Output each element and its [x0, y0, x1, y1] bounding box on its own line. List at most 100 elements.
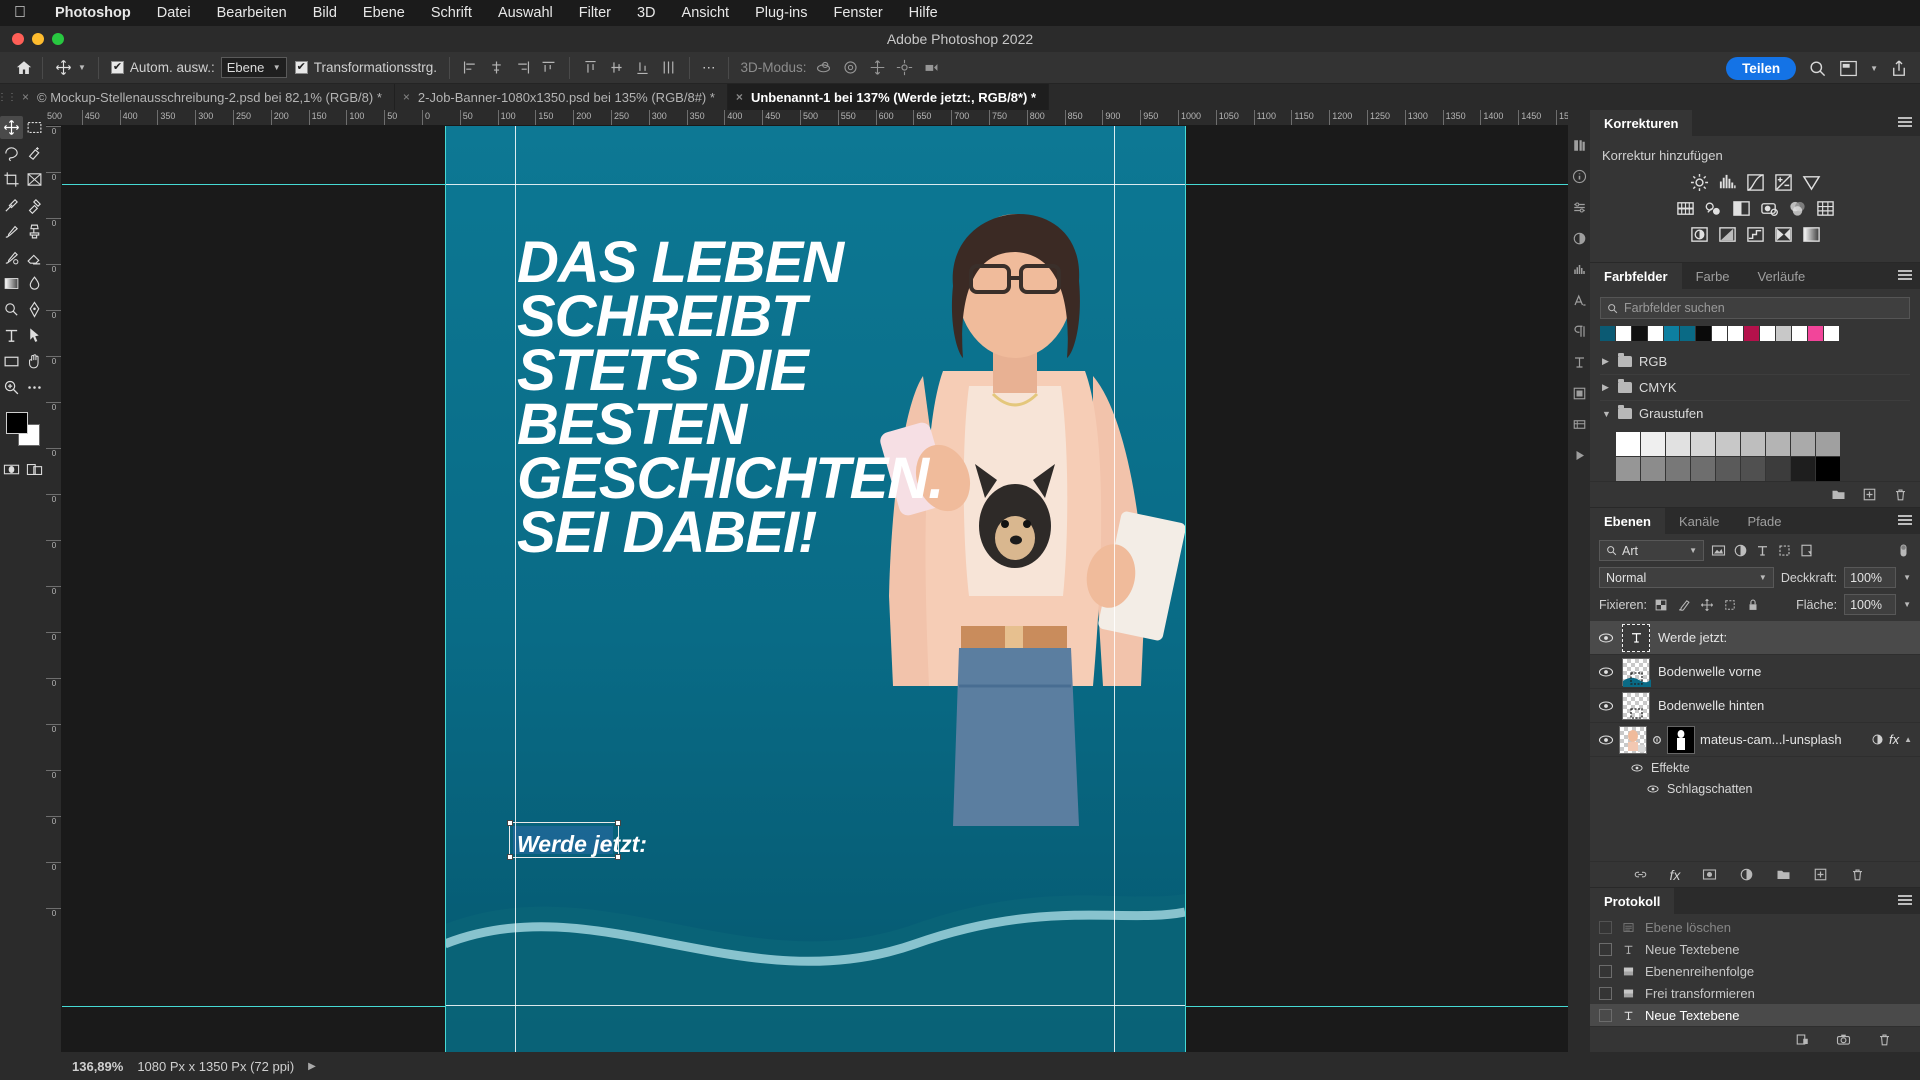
close-icon[interactable]: × — [736, 90, 743, 104]
histogram-icon[interactable] — [1572, 262, 1587, 277]
document-tab-3[interactable]: × Unbenannt-1 bei 137% (Werde jetzt:, RG… — [727, 84, 1050, 110]
panel-menu-icon[interactable] — [1898, 895, 1912, 907]
exposure-icon[interactable] — [1774, 173, 1793, 192]
chevron-down-icon[interactable]: ▼ — [1602, 409, 1611, 419]
close-icon[interactable]: × — [22, 90, 29, 104]
selective-color-icon[interactable] — [1774, 225, 1793, 244]
recent-swatches-row[interactable] — [1600, 326, 1910, 341]
screen-mode-icon[interactable] — [23, 458, 46, 481]
crop-tool[interactable] — [0, 168, 23, 191]
transform-controls-option[interactable]: ✔ Transformationsstrg. — [291, 60, 441, 75]
menu-item-datei[interactable]: Datei — [144, 5, 204, 21]
list-item[interactable]: Ebene löschen — [1590, 916, 1920, 938]
layer-name[interactable]: Werde jetzt: — [1658, 630, 1727, 645]
history-list[interactable]: Ebene löschen Neue Textebene Ebenenreihe… — [1590, 914, 1920, 1026]
filter-smart-object-icon[interactable] — [1799, 543, 1814, 558]
lock-image-pixels-icon[interactable] — [1677, 598, 1691, 612]
move-tool[interactable] — [0, 116, 23, 139]
list-item[interactable]: Neue Textebene — [1590, 1004, 1920, 1026]
color-swatch[interactable] — [1616, 457, 1640, 481]
color-swatch[interactable] — [1824, 326, 1839, 341]
type-tool[interactable] — [0, 324, 23, 347]
swatch-group-graustufen[interactable]: ▼ Graustufen — [1600, 401, 1910, 426]
layer-list[interactable]: Werde jetzt: Bodenwelle vorne Bodenwelle… — [1590, 621, 1920, 861]
history-state-checkbox[interactable] — [1599, 1008, 1612, 1022]
eye-icon[interactable] — [1598, 632, 1614, 644]
chevron-right-icon[interactable]: ▶ — [1602, 382, 1611, 393]
blend-mode-dropdown[interactable]: Normal ▼ — [1599, 567, 1774, 588]
distribute-bottom-icon[interactable] — [634, 59, 651, 76]
color-swatch[interactable] — [1691, 432, 1715, 456]
color-swatch[interactable] — [1766, 457, 1790, 481]
menu-item-fenster[interactable]: Fenster — [820, 5, 895, 21]
history-state-checkbox[interactable] — [1599, 942, 1612, 956]
tab-farbfelder[interactable]: Farbfelder — [1590, 263, 1682, 289]
tab-ebenen[interactable]: Ebenen — [1590, 508, 1665, 534]
more-tools-icon[interactable] — [23, 376, 46, 399]
panel-menu-icon[interactable] — [1898, 515, 1912, 527]
panel-menu-icon[interactable] — [1898, 117, 1912, 129]
quick-mask-icon[interactable] — [0, 458, 23, 481]
color-swatch[interactable] — [1791, 457, 1815, 481]
table-row[interactable]: Bodenwelle vorne — [1590, 655, 1920, 689]
info-icon[interactable] — [1572, 169, 1587, 184]
filter-adjustment-icon[interactable] — [1733, 543, 1748, 558]
history-state-checkbox[interactable] — [1599, 986, 1612, 1000]
align-left-edges-icon[interactable] — [462, 59, 479, 76]
home-icon[interactable] — [14, 59, 34, 77]
layer-mask-thumb-icon[interactable] — [1667, 725, 1695, 754]
delete-swatch-icon[interactable] — [1893, 487, 1908, 502]
lock-artboard-icon[interactable] — [1723, 598, 1737, 612]
color-swatch[interactable] — [1716, 432, 1740, 456]
adjustments-icon[interactable] — [1871, 733, 1884, 746]
styles-icon[interactable] — [1572, 386, 1587, 401]
eraser-tool[interactable] — [23, 246, 46, 269]
new-fill-adjustment-icon[interactable] — [1739, 867, 1754, 882]
slide-3d-icon[interactable] — [896, 59, 913, 76]
glyphs-icon[interactable] — [1572, 355, 1587, 370]
auto-select-scope-dropdown[interactable]: Ebene ▼ — [220, 57, 287, 78]
align-top-edges-icon[interactable] — [540, 59, 557, 76]
apple-logo-icon[interactable]:  — [14, 5, 26, 21]
color-swatch[interactable] — [1616, 326, 1631, 341]
chevron-down-icon[interactable]: ▼ — [1870, 64, 1878, 73]
chevron-down-icon[interactable]: ▼ — [1903, 600, 1911, 609]
actions-play-icon[interactable] — [1572, 448, 1587, 463]
new-layer-icon[interactable] — [1813, 867, 1828, 882]
lock-all-icon[interactable] — [1746, 598, 1760, 612]
fx-icon[interactable]: fx — [1670, 867, 1681, 883]
quick-selection-tool[interactable] — [23, 142, 46, 165]
align-horizontal-centers-icon[interactable] — [488, 59, 505, 76]
color-swatch[interactable] — [1766, 432, 1790, 456]
vertical-ruler[interactable]: 0 0 0 0 0 0 0 0 0 0 0 0 0 0 0 0 0 0 — [46, 126, 62, 1052]
tab-kanaele[interactable]: Kanäle — [1665, 508, 1733, 534]
chevron-down-icon[interactable]: ▼ — [1903, 573, 1911, 582]
shape-layer-thumb-icon[interactable] — [1622, 691, 1650, 720]
history-state-checkbox[interactable] — [1599, 964, 1612, 978]
chevron-up-icon[interactable]: ▲ — [1904, 735, 1912, 744]
menu-item-bild[interactable]: Bild — [300, 5, 350, 21]
healing-brush-tool[interactable] — [23, 194, 46, 217]
list-item[interactable]: Neue Textebene — [1590, 938, 1920, 960]
close-window-button[interactable] — [12, 33, 24, 45]
menu-item-plugins[interactable]: Plug-ins — [742, 5, 820, 21]
dodge-tool[interactable] — [0, 298, 23, 321]
move-tool-indicator[interactable]: ▼ — [51, 59, 90, 76]
menu-item-bearbeiten[interactable]: Bearbeiten — [204, 5, 300, 21]
foreground-background-colors[interactable] — [6, 412, 40, 446]
frame-tool[interactable] — [23, 168, 46, 191]
delete-state-icon[interactable] — [1877, 1032, 1892, 1047]
menu-item-ansicht[interactable]: Ansicht — [669, 5, 743, 21]
eyedropper-tool[interactable] — [0, 194, 23, 217]
layer-name[interactable]: mateus-cam...l-unsplash — [1700, 732, 1866, 747]
properties-icon[interactable] — [1572, 200, 1587, 215]
transform-handle-tr[interactable] — [615, 820, 621, 826]
transform-handle-bl[interactable] — [507, 854, 513, 860]
path-selection-tool[interactable] — [23, 324, 46, 347]
black-white-icon[interactable] — [1732, 199, 1751, 218]
share-button[interactable]: Teilen — [1726, 56, 1797, 80]
share-export-icon[interactable] — [1890, 59, 1908, 78]
invert-icon[interactable] — [1690, 225, 1709, 244]
align-right-edges-icon[interactable] — [514, 59, 531, 76]
tab-korrekturen[interactable]: Korrekturen — [1590, 110, 1693, 136]
